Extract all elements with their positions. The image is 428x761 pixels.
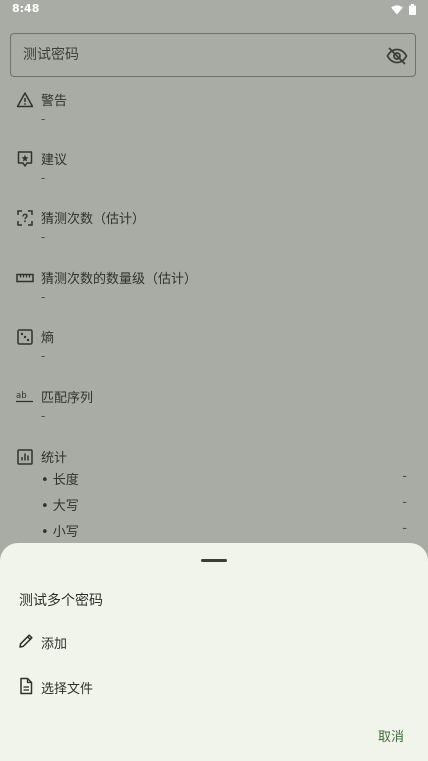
ruler-icon — [16, 269, 34, 287]
drag-handle[interactable] — [201, 559, 227, 562]
cancel-button[interactable]: 取消 — [378, 726, 404, 745]
option-label: 添加 — [41, 637, 68, 652]
result-value: - — [41, 230, 46, 244]
result-title: 猜测次数的数量级（估计） — [41, 272, 198, 287]
result-title: 熵 — [41, 331, 55, 346]
visibility-off-icon[interactable] — [385, 44, 409, 68]
battery-icon — [409, 4, 416, 15]
result-value: - — [41, 171, 46, 185]
warning-icon — [16, 91, 34, 109]
password-field[interactable] — [10, 33, 416, 77]
stats-value: - — [402, 495, 407, 510]
result-title: 建议 — [41, 153, 68, 168]
scan-icon — [16, 209, 34, 227]
password-input[interactable] — [11, 34, 383, 76]
stats-label: • 小写 — [41, 525, 79, 540]
wifi-icon — [391, 4, 403, 15]
result-title: 匹配序列 — [41, 391, 94, 406]
result-title: 警告 — [41, 94, 68, 109]
file-icon — [17, 677, 35, 695]
result-value: - — [41, 409, 46, 423]
stats-row-uppercase: • 大写 - — [41, 495, 407, 514]
stats-row-length: • 长度 - — [41, 469, 407, 488]
choose-file-option[interactable]: 选择文件 — [0, 667, 428, 707]
pencil-icon — [17, 632, 35, 650]
status-time: 8:48 — [12, 2, 40, 15]
status-bar: 8:48 — [0, 0, 428, 22]
stats-label: • 长度 — [41, 473, 79, 488]
result-title: 猜测次数（估计） — [41, 212, 146, 227]
result-value: - — [41, 112, 46, 126]
stats-value: - — [402, 469, 407, 484]
stats-row-lowercase: • 小写 - — [41, 521, 407, 540]
result-title: 统计 — [41, 451, 68, 466]
suggestion-icon — [16, 150, 34, 168]
result-value: - — [41, 290, 46, 304]
stats-label: • 大写 — [41, 499, 79, 514]
svg-text:ab: ab — [16, 391, 27, 401]
bar-chart-icon — [16, 448, 34, 466]
stats-value: - — [402, 521, 407, 536]
dice-icon — [16, 328, 34, 346]
result-value: - — [41, 349, 46, 363]
bottom-sheet: 测试多个密码 添加 选择文件 取消 — [0, 543, 428, 761]
option-label: 选择文件 — [41, 682, 94, 697]
sheet-title: 测试多个密码 — [19, 593, 103, 609]
status-icons — [391, 4, 416, 15]
spellcheck-icon: ab — [16, 388, 34, 406]
add-password-option[interactable]: 添加 — [0, 622, 428, 662]
